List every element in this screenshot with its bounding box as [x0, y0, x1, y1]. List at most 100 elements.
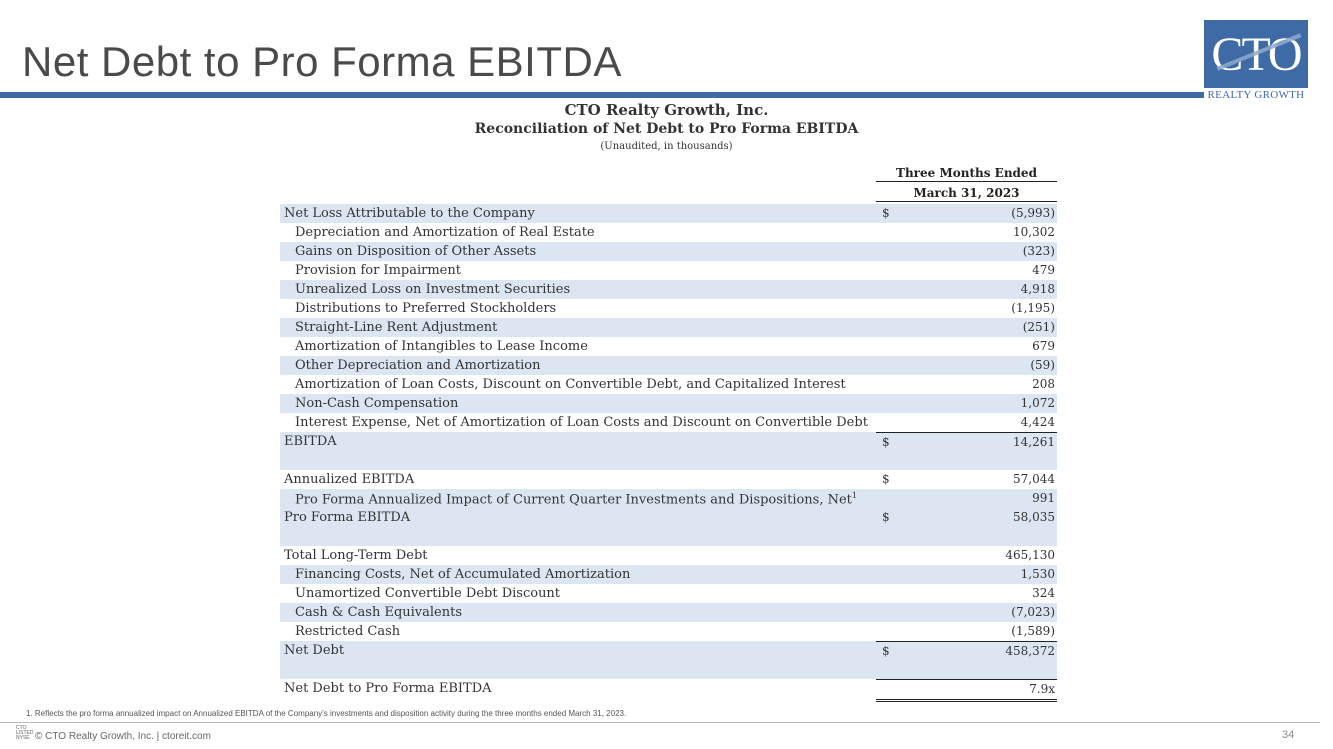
row-value: 10,302 — [1013, 225, 1055, 239]
table-row: Gains on Disposition of Other Assets (323… — [280, 242, 1057, 261]
table-row: Distributions to Preferred Stockholders (… — [280, 299, 1057, 318]
row-label: Gains on Disposition of Other Assets — [295, 244, 537, 259]
row-value-cell: (7,023) — [876, 603, 1057, 622]
table-row: Net Loss Attributable to the Company $ (5,… — [280, 204, 1057, 223]
row-value-cell: 4,918 — [876, 280, 1057, 299]
column-header-date: March 31, 2023 — [876, 186, 1057, 202]
row-value-cell: 7.9x — [876, 679, 1057, 702]
row-value-cell: 10,302 — [876, 223, 1057, 242]
row-label: EBITDA — [284, 434, 337, 449]
row-value: (323) — [1022, 244, 1055, 258]
row-value: (59) — [1030, 358, 1055, 372]
footnote: 1. Reflects the pro forma annualized imp… — [26, 709, 627, 718]
logo-subtext: REALTY GROWTH — [1207, 89, 1305, 101]
row-label: Annualized EBITDA — [284, 472, 415, 487]
row-value-cell: 208 — [876, 375, 1057, 394]
row-value-cell: (1,589) — [876, 622, 1057, 642]
currency-symbol: $ — [882, 472, 890, 486]
table-row: Unamortized Convertible Debt Discount 324 — [280, 584, 1057, 603]
report-units: (Unaudited, in thousands) — [600, 141, 733, 152]
cto-logo: CTO — [1204, 20, 1308, 88]
row-label: Straight-Line Rent Adjustment — [295, 320, 498, 335]
row-value: 479 — [1032, 263, 1055, 277]
table-row — [280, 660, 1057, 679]
row-label: Net Loss Attributable to the Company — [284, 206, 535, 221]
row-label: Unrealized Loss on Investment Securities — [295, 282, 571, 297]
row-label: Interest Expense, Net of Amortization of… — [295, 415, 868, 430]
row-label: Non-Cash Compensation — [295, 396, 459, 411]
table-row — [280, 527, 1057, 546]
row-label: Unamortized Convertible Debt Discount — [295, 586, 561, 601]
column-header-period: Three Months Ended — [876, 166, 1057, 182]
row-value-cell: 465,130 — [876, 546, 1057, 565]
row-value-cell — [876, 451, 1057, 470]
row-label: Financing Costs, Net of Accumulated Amor… — [295, 567, 631, 582]
row-value: 324 — [1032, 586, 1055, 600]
row-value: 458,372 — [1005, 644, 1055, 658]
table-row: Cash & Cash Equivalents (7,023) — [280, 603, 1057, 622]
row-value: 208 — [1032, 377, 1055, 391]
row-label: Net Debt — [284, 643, 345, 658]
row-label: Depreciation and Amortization of Real Es… — [295, 225, 595, 240]
row-value-cell — [876, 660, 1057, 679]
row-value: 679 — [1032, 339, 1055, 353]
row-value: (5,993) — [1011, 206, 1055, 220]
row-value: 991 — [1032, 491, 1055, 505]
row-value: 4,424 — [1020, 415, 1055, 429]
nyse-listed-icon: CTO LISTED NYSE — [16, 725, 34, 741]
row-value: (1,195) — [1011, 301, 1055, 315]
table-row: Pro Forma EBITDA $58,035 — [280, 508, 1057, 530]
currency-symbol: $ — [882, 435, 890, 449]
footer-rule — [0, 722, 1320, 723]
row-value-cell: 324 — [876, 584, 1057, 603]
row-value: 1,530 — [1020, 567, 1055, 581]
table-row: EBITDA $14,261 — [280, 432, 1057, 455]
row-value-cell: 679 — [876, 337, 1057, 356]
row-label: Cash & Cash Equivalents — [295, 605, 463, 620]
row-value: (1,589) — [1011, 624, 1055, 638]
row-label: Amortization of Intangibles to Lease Inc… — [295, 339, 588, 354]
row-label: Distributions to Preferred Stockholders — [295, 301, 557, 316]
table-row: Pro Forma Annualized Impact of Current Q… — [280, 489, 1057, 509]
row-label: Total Long-Term Debt — [284, 548, 428, 563]
page-number: 34 — [1282, 729, 1295, 741]
table-row: Amortization of Loan Costs, Discount on … — [280, 375, 1057, 394]
row-label: Pro Forma EBITDA — [284, 510, 411, 525]
row-value: 4,918 — [1020, 282, 1055, 296]
table-row: Provision for Impairment 479 — [280, 261, 1057, 280]
row-value: 465,130 — [1005, 548, 1055, 562]
row-value: 57,044 — [1013, 472, 1055, 486]
table-row — [280, 451, 1057, 470]
row-value-cell: 991 — [876, 489, 1057, 509]
row-label: Restricted Cash — [295, 624, 401, 639]
slide-title: Net Debt to Pro Forma EBITDA — [22, 38, 622, 85]
row-label: Provision for Impairment — [295, 263, 461, 278]
currency-symbol: $ — [882, 510, 890, 524]
currency-symbol: $ — [882, 206, 890, 220]
row-value-cell: 479 — [876, 261, 1057, 280]
table-row: Net Debt to Pro Forma EBITDA 7.9x — [280, 679, 1057, 702]
row-value-cell — [876, 527, 1057, 546]
row-label: Other Depreciation and Amortization — [295, 358, 541, 373]
row-value-cell: (1,195) — [876, 299, 1057, 318]
table-row: Annualized EBITDA $57,044 — [280, 470, 1057, 489]
table-row: Non-Cash Compensation 1,072 — [280, 394, 1057, 413]
footnote-marker: 1 — [851, 491, 857, 500]
table-row: Net Debt $458,372 — [280, 641, 1057, 664]
row-value-cell: (59) — [876, 356, 1057, 375]
row-value-cell: (251) — [876, 318, 1057, 337]
row-label: Pro Forma Annualized Impact of Current Q… — [295, 491, 857, 508]
reconciliation-table: Net Loss Attributable to the Company $ (5,… — [280, 204, 1057, 702]
table-row: Restricted Cash (1,589) — [280, 622, 1057, 642]
report-company: CTO Realty Growth, Inc. — [564, 101, 769, 119]
table-row: Unrealized Loss on Investment Securities… — [280, 280, 1057, 299]
row-value-cell: $57,044 — [876, 470, 1057, 489]
row-value: (7,023) — [1011, 605, 1055, 619]
row-value-cell: 4,424 — [876, 413, 1057, 433]
table-row: Interest Expense, Net of Amortization of… — [280, 413, 1057, 433]
row-value-cell: $ (5,993) — [876, 204, 1057, 223]
row-value-cell: 1,530 — [876, 565, 1057, 584]
footer-copyright: © CTO Realty Growth, Inc. | ctoreit.com — [35, 731, 211, 742]
row-value-cell: 1,072 — [876, 394, 1057, 413]
row-value: 14,261 — [1013, 435, 1055, 449]
